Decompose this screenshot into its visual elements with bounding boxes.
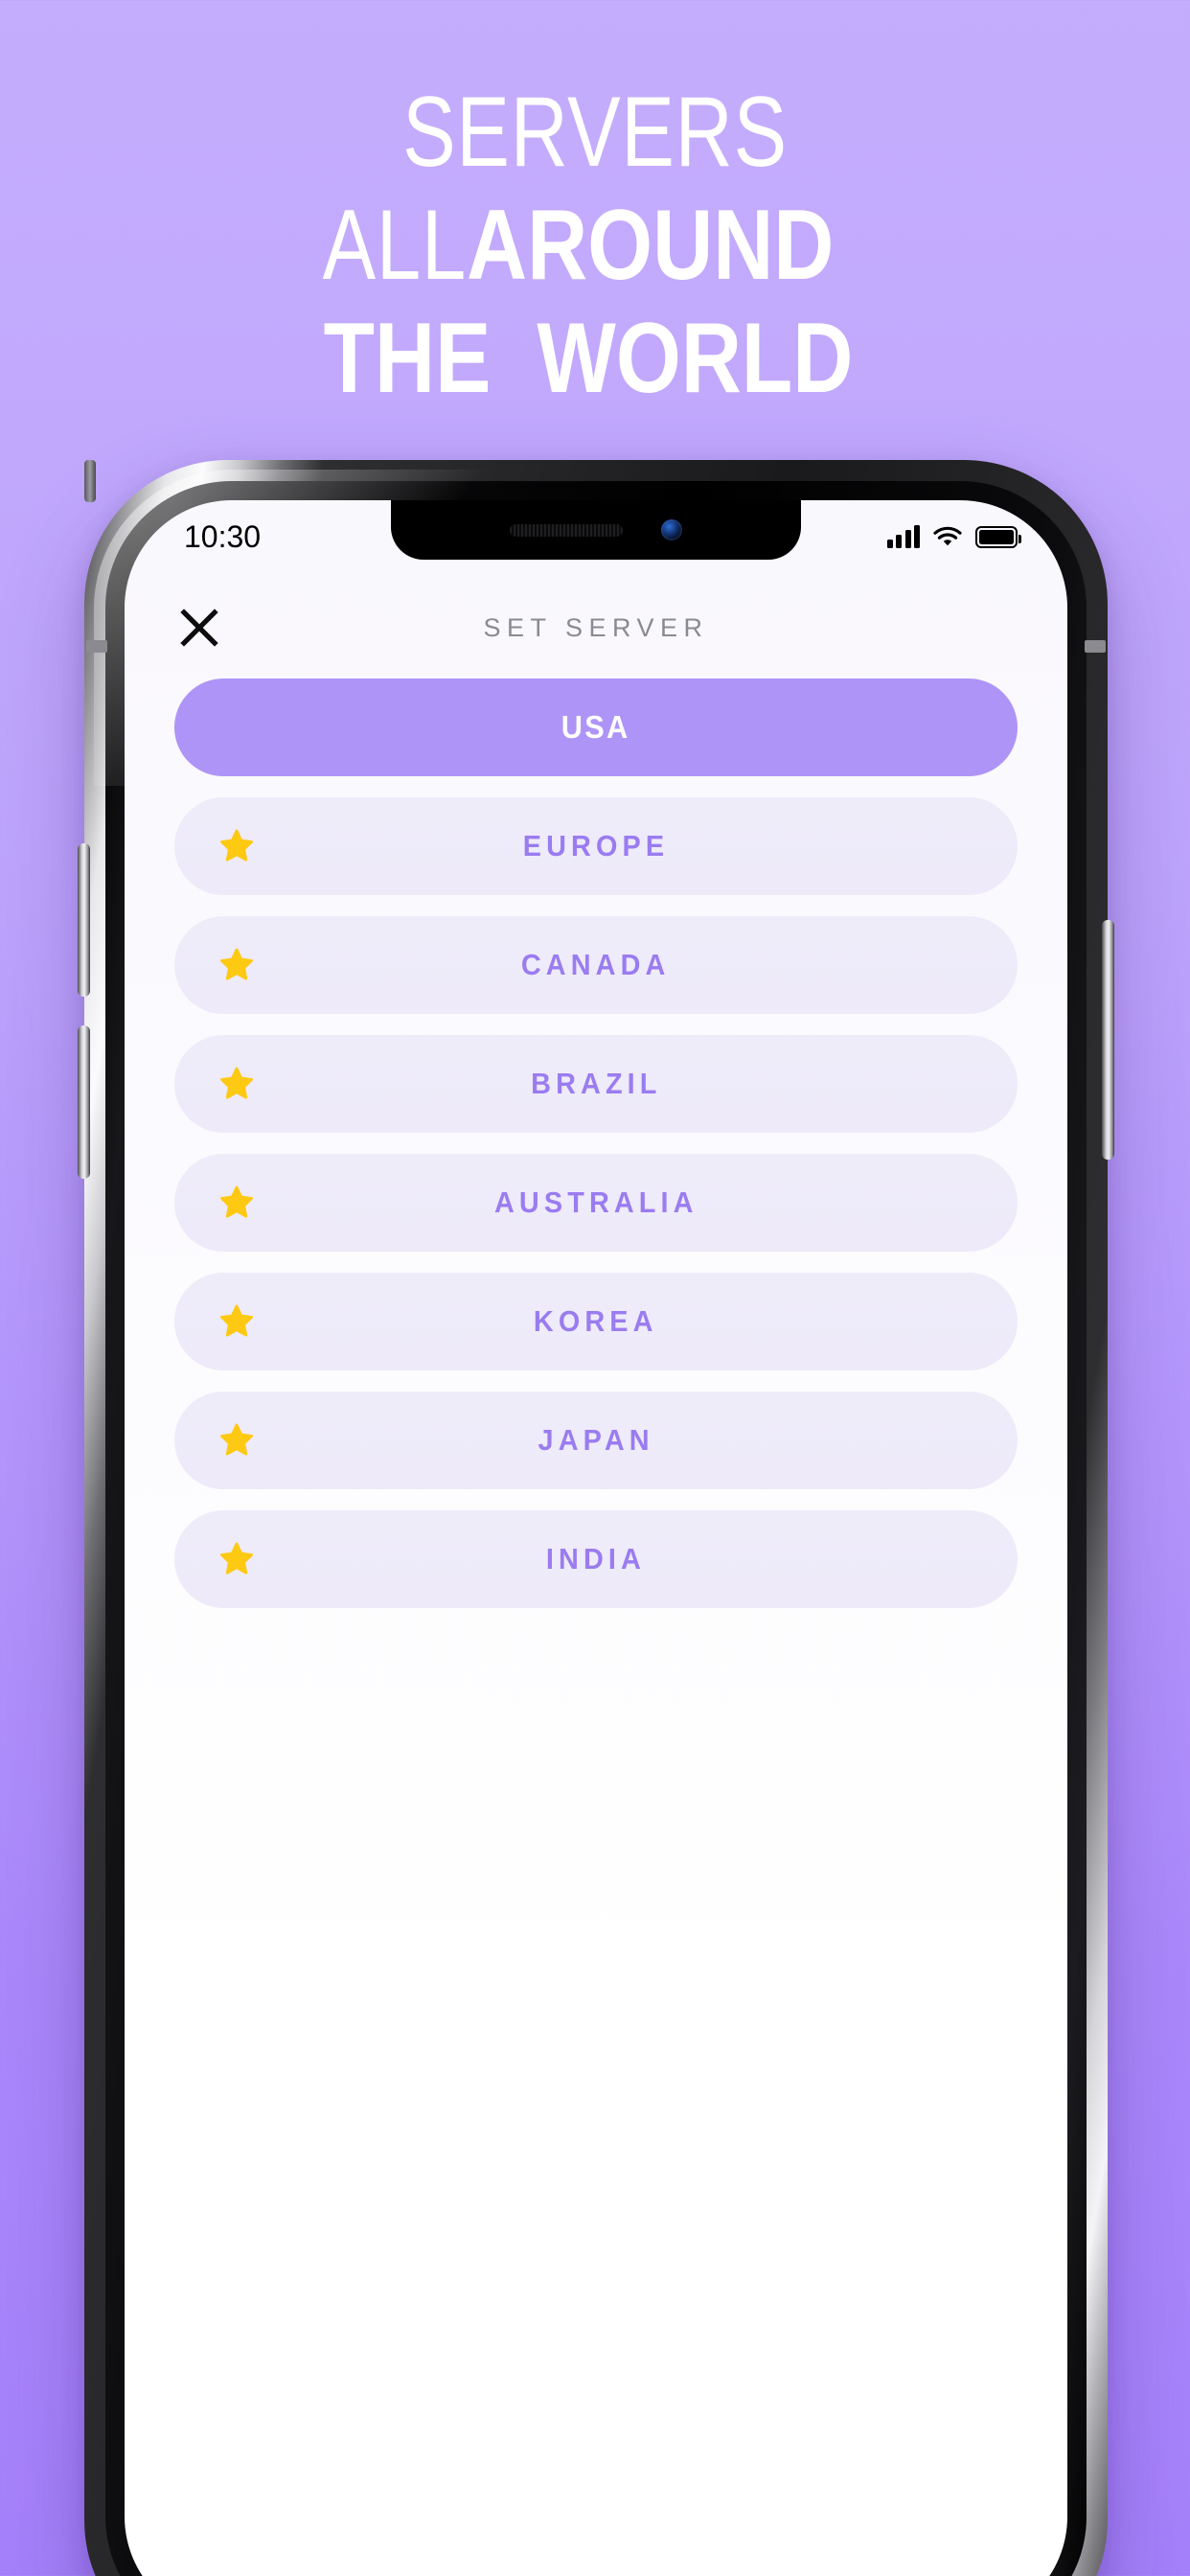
power-button[interactable] bbox=[1102, 920, 1114, 1160]
server-row-label: JAPAN bbox=[538, 1423, 654, 1457]
phone-screen: 10:30 SET SERVER USA EUROPE CANADA BRAZI… bbox=[125, 500, 1067, 2576]
server-row-label: EUROPE bbox=[522, 829, 670, 862]
headline-word-all: ALL bbox=[322, 190, 467, 301]
phone-mockup: 10:30 SET SERVER USA EUROPE CANADA BRAZI… bbox=[78, 460, 1114, 2576]
headline-word-the: THE bbox=[323, 303, 491, 414]
close-x-icon[interactable] bbox=[172, 601, 226, 655]
server-row-canada[interactable]: CANADA bbox=[174, 916, 1018, 1014]
star-icon[interactable] bbox=[218, 828, 255, 864]
server-row-label: KOREA bbox=[534, 1304, 658, 1338]
page-title: SET SERVER bbox=[483, 612, 709, 642]
star-icon[interactable] bbox=[218, 1184, 255, 1221]
battery-full-icon bbox=[975, 526, 1021, 548]
headline-word-world: WORLD bbox=[537, 303, 853, 414]
cellular-signal-icon bbox=[886, 525, 920, 548]
server-row-label: CANADA bbox=[521, 948, 671, 981]
server-row-india[interactable]: INDIA bbox=[174, 1510, 1018, 1608]
server-row-korea[interactable]: KOREA bbox=[174, 1273, 1018, 1370]
star-icon[interactable] bbox=[218, 1066, 255, 1102]
promo-headline: SERVERS ALLAROUND THE WORLD bbox=[0, 82, 1190, 408]
star-icon[interactable] bbox=[218, 1541, 255, 1577]
status-bar-indicators bbox=[886, 525, 1021, 548]
server-row-label: BRAZIL bbox=[530, 1067, 662, 1100]
server-row-usa[interactable]: USA bbox=[174, 678, 1018, 776]
mute-switch[interactable] bbox=[84, 460, 96, 502]
star-icon[interactable] bbox=[218, 1422, 255, 1459]
star-icon[interactable] bbox=[218, 1303, 255, 1340]
wifi-icon bbox=[933, 525, 962, 548]
volume-up-button[interactable] bbox=[78, 843, 90, 997]
server-row-japan[interactable]: JAPAN bbox=[174, 1392, 1018, 1489]
antenna-band-right bbox=[1085, 640, 1106, 653]
server-row-brazil[interactable]: BRAZIL bbox=[174, 1035, 1018, 1133]
antenna-band-left bbox=[86, 640, 107, 653]
server-row-europe[interactable]: EUROPE bbox=[174, 797, 1018, 895]
volume-down-button[interactable] bbox=[78, 1025, 90, 1179]
server-row-label: AUSTRALIA bbox=[493, 1185, 698, 1219]
headline-line-1: SERVERS bbox=[402, 77, 788, 188]
status-bar: 10:30 bbox=[125, 500, 1067, 560]
star-icon[interactable] bbox=[218, 947, 255, 983]
server-row-label: USA bbox=[561, 709, 630, 745]
headline-word-around: AROUND bbox=[466, 190, 835, 301]
headline-line-3: THE WORLD bbox=[0, 309, 1190, 408]
status-bar-time: 10:30 bbox=[184, 518, 262, 554]
server-list: USA EUROPE CANADA BRAZIL AUSTRALIA KOREA JAPAN… bbox=[125, 678, 1067, 1608]
server-row-label: INDIA bbox=[545, 1542, 647, 1576]
server-row-australia[interactable]: AUSTRALIA bbox=[174, 1154, 1018, 1252]
headline-line-2: ALLAROUND bbox=[0, 196, 1190, 295]
app-header: SET SERVER bbox=[125, 585, 1067, 671]
